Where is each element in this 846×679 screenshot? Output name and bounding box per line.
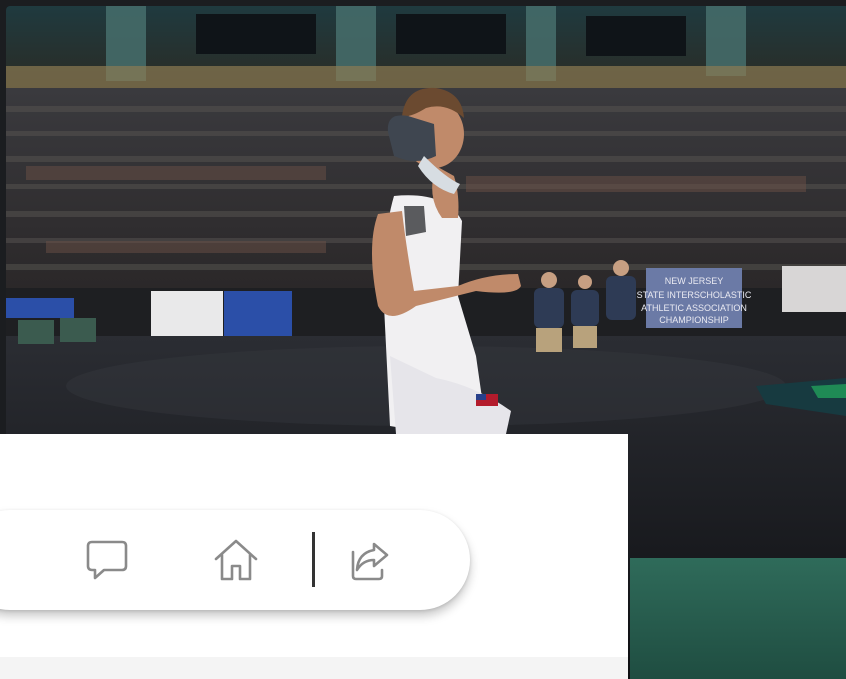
- app-frame: NEW JERSEY STATE INTERSCHOLASTIC ATHLETI…: [0, 0, 846, 679]
- banner-line-3: ATHLETIC ASSOCIATION: [641, 303, 747, 313]
- comment-icon: [84, 538, 130, 582]
- home-button[interactable]: [208, 532, 264, 588]
- home-icon: [213, 538, 259, 582]
- banner-line-2: STATE INTERSCHOLASTIC: [637, 290, 752, 300]
- banner-line-4: CHAMPIONSHIP: [659, 315, 729, 325]
- action-divider: [312, 532, 315, 587]
- share-icon: [347, 538, 393, 582]
- banner-line-1: NEW JERSEY: [665, 276, 724, 286]
- bottom-strip: [0, 657, 628, 679]
- comment-button[interactable]: [79, 532, 135, 588]
- action-bar: [0, 510, 470, 610]
- content-panel: [0, 434, 628, 679]
- share-button[interactable]: [342, 532, 398, 588]
